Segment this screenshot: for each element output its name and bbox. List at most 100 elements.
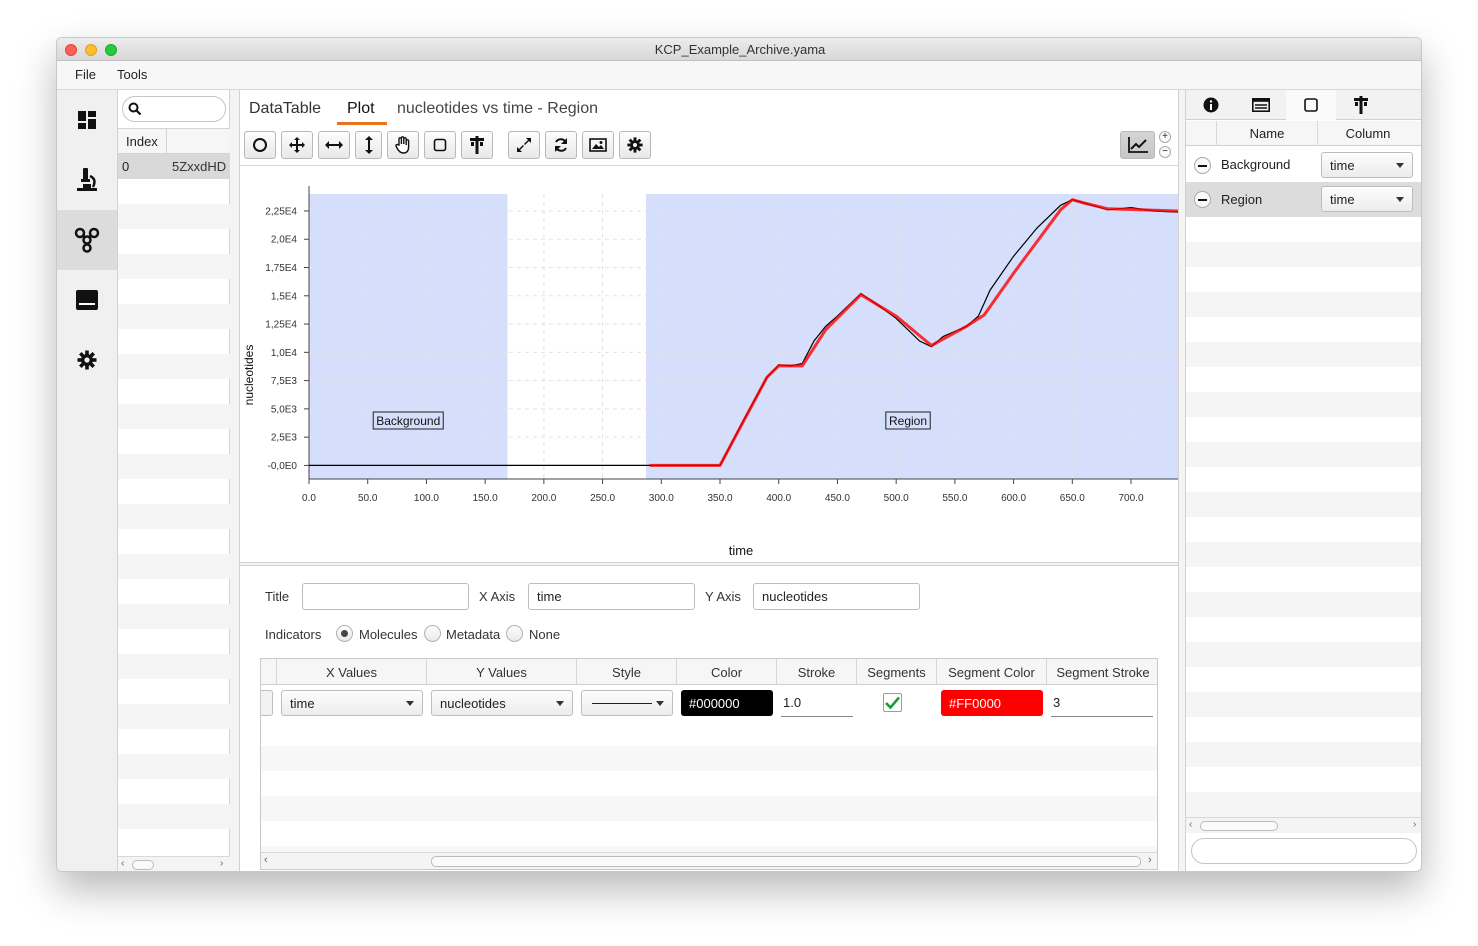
split-divider[interactable] [240, 562, 1178, 566]
column-header-style[interactable]: Style [577, 659, 677, 685]
scrollbar-thumb[interactable] [1200, 821, 1278, 831]
scroll-left-icon[interactable]: ‹ [121, 858, 124, 869]
menu-tools[interactable]: Tools [117, 67, 147, 82]
y-tick-label: 1,25E4 [265, 320, 297, 331]
segment-stroke-input[interactable]: 3 [1051, 690, 1153, 717]
chevron-down-icon [1396, 163, 1404, 168]
series-color-picker[interactable]: #000000 [681, 690, 773, 716]
empty-row [1186, 392, 1421, 417]
region-overlay[interactable] [646, 194, 1178, 479]
y-axis-input[interactable]: nucleotides [753, 583, 920, 610]
refresh-icon [555, 138, 567, 152]
region-overlay[interactable] [309, 194, 508, 479]
empty-row [1186, 792, 1421, 817]
series-horizontal-scrollbar[interactable]: ‹ › [261, 852, 1157, 869]
scroll-left-icon[interactable]: ‹ [264, 854, 268, 866]
nav-dashboard[interactable] [57, 90, 117, 150]
column-header-name[interactable]: Name [1217, 126, 1317, 141]
tab-datatable[interactable]: DataTable [249, 100, 321, 118]
column-header-stroke[interactable]: Stroke [777, 659, 857, 685]
scrollbar-thumb[interactable] [132, 860, 154, 870]
tab-regions[interactable] [1336, 90, 1386, 120]
column-header-x-values[interactable]: X Values [277, 659, 427, 685]
column-header-segments[interactable]: Segments [857, 659, 937, 685]
y-values-combo[interactable]: nucleotides [431, 690, 573, 716]
scroll-left-icon[interactable]: ‹ [1189, 819, 1192, 830]
region-tool-button[interactable] [461, 131, 493, 159]
vertical-zoom-button[interactable] [355, 131, 382, 159]
remove-region-button[interactable] [1194, 191, 1211, 208]
chart-mode-button[interactable] [1120, 131, 1155, 159]
square-tool-button[interactable] [424, 131, 456, 159]
regions-horizontal-scrollbar[interactable]: ‹ › [1186, 817, 1421, 833]
scroll-right-icon[interactable]: › [1148, 854, 1152, 866]
refresh-plot-button[interactable] [545, 131, 577, 159]
scroll-right-icon[interactable]: › [220, 858, 223, 869]
scroll-right-icon[interactable]: › [1413, 819, 1416, 830]
x-axis-input[interactable]: time [528, 583, 695, 610]
empty-row [118, 304, 230, 329]
x-tick-label: 250.0 [590, 493, 615, 504]
export-image-button[interactable] [582, 131, 614, 159]
region-row-region[interactable]: Region time [1186, 182, 1421, 217]
column-header-segment-color[interactable]: Segment Color [937, 659, 1047, 685]
horizontal-zoom-button[interactable] [318, 131, 350, 159]
remove-region-button[interactable] [1194, 157, 1211, 174]
circle-tool-button[interactable] [244, 131, 276, 159]
stroke-input[interactable]: 1.0 [781, 690, 853, 717]
segments-checkbox[interactable] [883, 693, 902, 712]
indicator-none-radio[interactable] [506, 625, 523, 642]
remove-plot-icon[interactable]: − [1159, 146, 1171, 158]
region-row-background[interactable]: Background time [1186, 147, 1421, 182]
regions-table-header: Name Column [1186, 121, 1421, 146]
vertical-arrows-icon [364, 136, 373, 154]
plot-title-input[interactable] [302, 583, 469, 610]
indicators-label: Indicators [265, 627, 322, 642]
nav-images[interactable] [57, 150, 117, 210]
add-plot-icon[interactable]: + [1159, 131, 1171, 143]
tab-table[interactable] [1236, 90, 1286, 120]
fit-view-button[interactable] [508, 131, 540, 159]
tab-info[interactable] [1186, 90, 1236, 120]
nav-notes[interactable] [57, 270, 117, 330]
hidden-combo[interactable] [261, 690, 273, 716]
region-column-combo[interactable]: time [1321, 152, 1413, 178]
indicator-metadata-label[interactable]: Metadata [446, 627, 500, 642]
molecule-uid: 5ZxxdHD [172, 159, 227, 174]
molecule-horizontal-scrollbar[interactable]: ‹ › [118, 856, 230, 871]
app-window: KCP_Example_Archive.yama File Tools Inde… [56, 37, 1422, 872]
column-header-segment-stroke[interactable]: Segment Stroke [1047, 659, 1157, 685]
scrollbar-thumb[interactable] [431, 856, 1141, 867]
segment-color-picker[interactable]: #FF0000 [941, 690, 1043, 716]
column-header-color[interactable]: Color [677, 659, 777, 685]
nav-settings[interactable] [57, 330, 117, 390]
hand-tool-button[interactable] [387, 131, 419, 159]
column-header-y-values[interactable]: Y Values [427, 659, 577, 685]
indicator-molecules-radio[interactable] [336, 625, 353, 642]
molecule-index: 0 [122, 159, 130, 174]
molecule-row[interactable]: 0 5ZxxdHD [118, 154, 230, 179]
pan-tool-button[interactable] [281, 131, 313, 159]
tab-plot[interactable]: Plot [347, 100, 375, 118]
plot-chart[interactable]: 0.0 50.0 100.0 150.0 200.0 250.0 300.0 350.0 400… [240, 166, 1178, 562]
empty-row [261, 796, 1157, 821]
indicator-molecules-label[interactable]: Molecules [359, 627, 418, 642]
indicator-metadata-radio[interactable] [424, 625, 441, 642]
tab-rectangles[interactable] [1286, 90, 1336, 120]
x-values-combo[interactable]: time [281, 690, 423, 716]
region-column-combo[interactable]: time [1321, 186, 1413, 212]
indicator-none-label[interactable]: None [529, 627, 560, 642]
molecule-panel: Index 0 5ZxxdHD ‹ › [118, 90, 230, 871]
column-header-index[interactable]: Index [126, 134, 158, 149]
column-header-column[interactable]: Column [1318, 126, 1418, 141]
line-chart-icon [1127, 137, 1148, 153]
nav-molecules[interactable] [57, 210, 117, 270]
menu-file[interactable]: File [75, 67, 96, 82]
chevron-down-icon [1396, 197, 1404, 202]
regions-filter-input[interactable] [1191, 838, 1417, 864]
x-tick-label: 50.0 [358, 493, 378, 504]
molecule-search-input[interactable] [122, 96, 226, 122]
style-combo[interactable] [581, 690, 673, 716]
plot-settings-button[interactable] [619, 131, 651, 159]
y-values-value: nucleotides [440, 696, 506, 711]
